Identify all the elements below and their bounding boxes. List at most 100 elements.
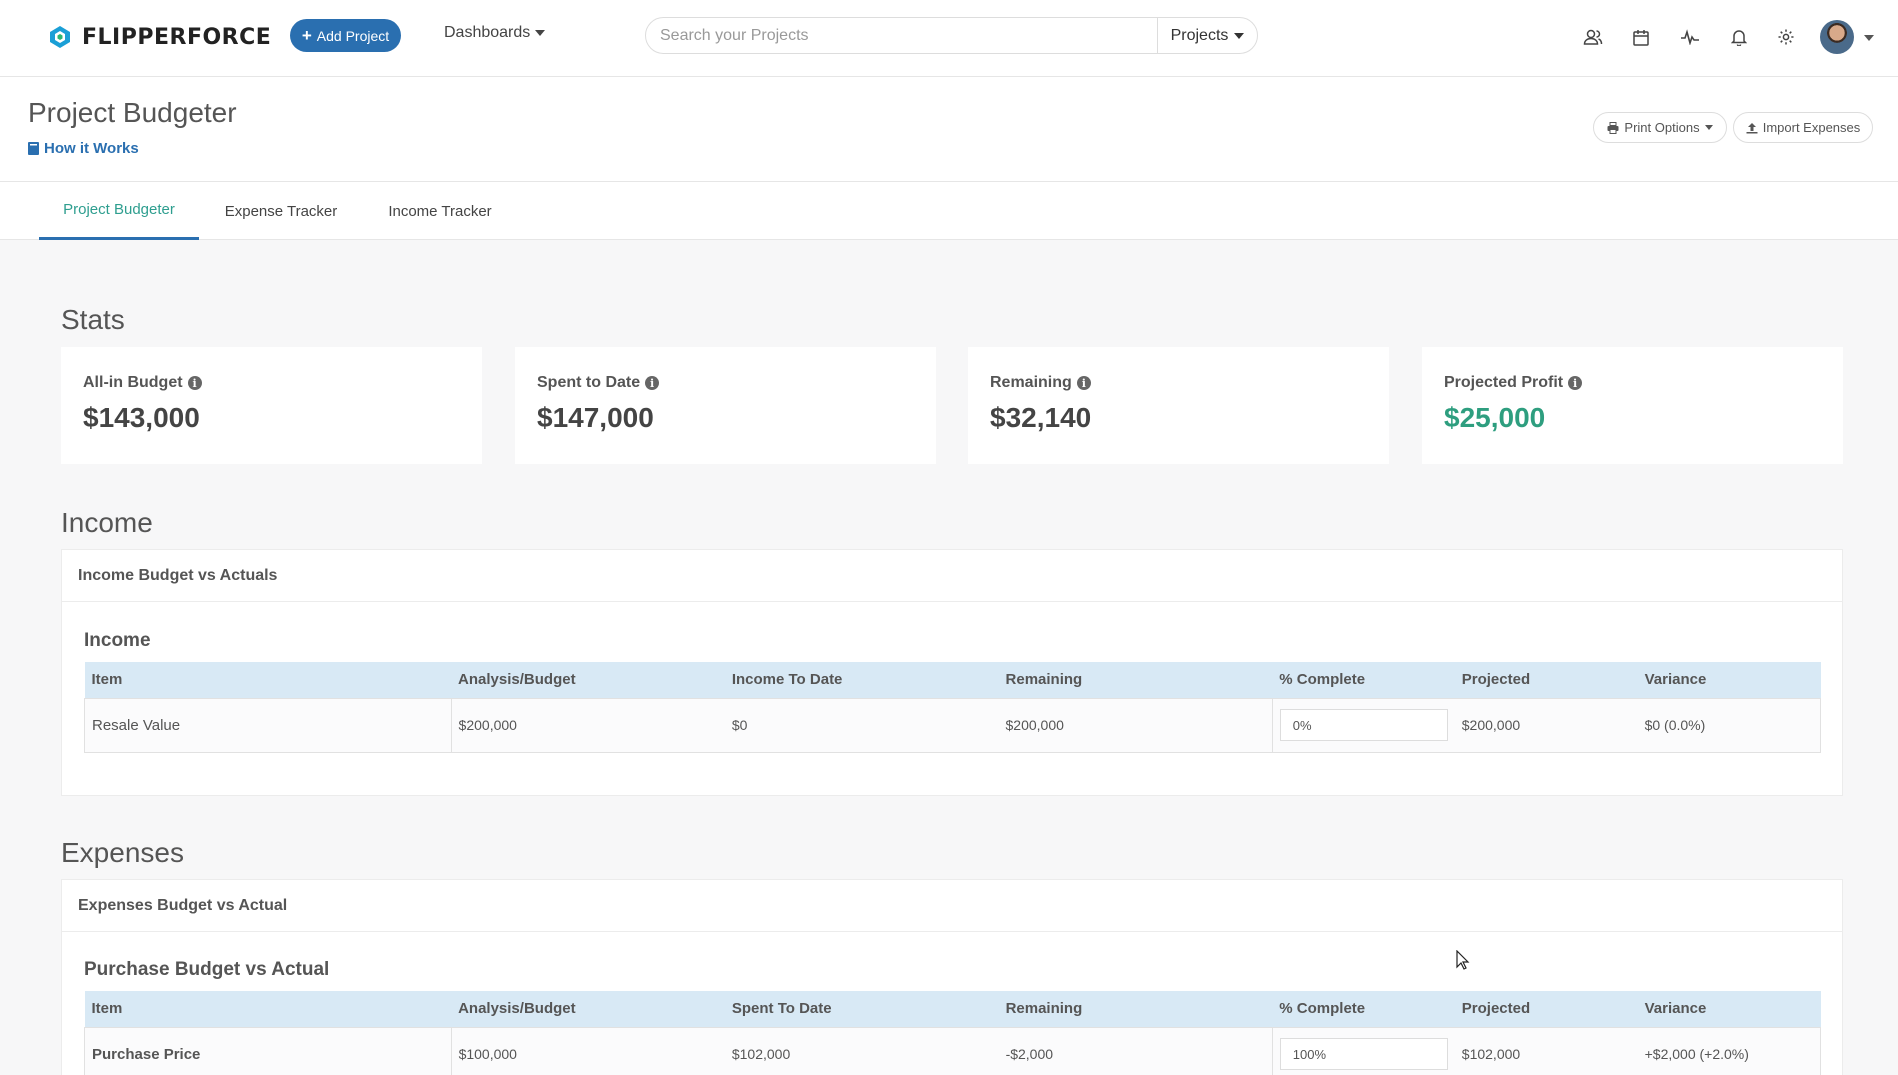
tab-project-budgeter[interactable]: Project Budgeter [39,182,199,240]
tab-income-tracker[interactable]: Income Tracker [370,182,510,240]
tab-expense-tracker[interactable]: Expense Tracker [210,182,352,240]
cell-budget: $100,000 [451,1026,725,1075]
pct-complete-input[interactable] [1279,1038,1448,1070]
purchase-table: Item Analysis/Budget Spent To Date Remai… [84,991,1821,1075]
col-pct-complete: % Complete [1272,662,1455,698]
how-it-works-link[interactable]: How it Works [28,140,139,157]
info-icon[interactable]: i [645,376,660,390]
import-expenses-label: Import Expenses [1762,120,1861,135]
stat-label: Spent to Date i [537,374,660,392]
col-projected: Projected [1454,662,1638,698]
stats-section-title: Stats [61,304,125,335]
gear-icon[interactable] [1775,26,1797,48]
col-remaining: Remaining [998,662,1273,698]
col-item: Item [84,991,452,1027]
purchase-subtitle: Purchase Budget vs Actual [84,959,330,980]
cell-variance: +$2,000 (+2.0%) [1637,1026,1821,1075]
chevron-down-icon [535,30,546,36]
book-icon [28,142,39,155]
chevron-down-icon[interactable] [1864,35,1874,41]
logo-icon [50,26,70,48]
stat-card-projected-profit: Projected Profit i $25,000 [1422,347,1843,464]
top-navbar: FLIPPERFORCE + Add Project Dashboards Pr… [0,0,1898,77]
user-avatar[interactable] [1820,20,1854,54]
mouse-cursor-icon [1456,950,1470,970]
expenses-panel-title: Expenses Budget vs Actual [62,880,1842,932]
add-project-label: Add Project [316,27,390,44]
activity-icon[interactable] [1679,26,1701,48]
stat-value: $143,000 [83,402,200,433]
brand-name: FLIPPERFORCE [82,24,272,50]
stat-label-text: Projected Profit [1444,374,1564,391]
cell-remaining: -$2,000 [998,1026,1273,1075]
dashboards-label: Dashboards [444,24,531,41]
chevron-down-icon [1704,125,1713,130]
stat-card-spent-to-date: Spent to Date i $147,000 [515,347,936,464]
income-table: Item Analysis/Budget Income To Date Rema… [84,662,1821,753]
col-budget: Analysis/Budget [451,662,725,698]
users-icon[interactable] [1582,26,1604,48]
col-to-date: Income To Date [724,662,999,698]
upload-icon [1746,122,1758,133]
col-to-date: Spent To Date [724,991,999,1027]
cell-variance: $0 (0.0%) [1637,697,1821,753]
cell-remaining: $200,000 [998,697,1273,753]
income-panel-title: Income Budget vs Actuals [62,550,1842,602]
calendar-icon[interactable] [1630,26,1652,48]
expenses-panel: Expenses Budget vs Actual Purchase Budge… [61,879,1843,1075]
stat-value: $147,000 [537,402,654,433]
page-header: Project Budgeter How it Works Print Opti… [0,77,1898,182]
col-projected: Projected [1454,991,1638,1027]
col-variance: Variance [1637,662,1821,698]
income-subtitle: Income [84,630,151,651]
pct-complete-input[interactable] [1279,709,1448,741]
how-it-works-label: How it Works [44,140,139,157]
income-panel: Income Budget vs Actuals Income Item Ana… [61,549,1843,796]
table-row: Resale Value $200,000 $0 $200,000 $200,0… [84,697,1821,753]
stat-label: Projected Profit i [1444,374,1583,392]
stat-label: All-in Budget i [83,374,202,392]
print-options-label: Print Options [1624,120,1700,135]
cell-projected: $200,000 [1454,697,1638,753]
stat-label: Remaining i [990,374,1091,392]
cell-to-date: $0 [724,697,999,753]
import-expenses-button[interactable]: Import Expenses [1733,112,1873,143]
table-row: Purchase Price $100,000 $102,000 -$2,000… [84,1026,1821,1075]
table-header-row: Item Analysis/Budget Income To Date Rema… [84,662,1821,698]
tab-bar: Project Budgeter Expense Tracker Income … [0,182,1898,240]
info-icon[interactable]: i [187,376,202,390]
add-project-button[interactable]: + Add Project [290,19,401,52]
cell-pct-complete [1271,697,1455,753]
table-header-row: Item Analysis/Budget Spent To Date Remai… [84,991,1821,1027]
stat-value: $32,140 [990,402,1092,433]
expenses-section-title: Expenses [61,837,184,868]
stat-label-text: Remaining [990,374,1072,391]
print-options-button[interactable]: Print Options [1593,112,1727,143]
chevron-down-icon [1234,32,1245,39]
cell-pct-complete [1271,1026,1455,1075]
cell-projected: $102,000 [1454,1026,1638,1075]
search-scope-dropdown[interactable]: Projects [1157,18,1257,53]
cell-item: Purchase Price [84,1026,452,1075]
stat-label-text: Spent to Date [537,374,641,391]
stat-card-remaining: Remaining i $32,140 [968,347,1389,464]
cell-to-date: $102,000 [724,1026,999,1075]
cell-item: Resale Value [84,697,452,753]
brand-logo[interactable]: FLIPPERFORCE [48,24,271,50]
col-item: Item [84,662,452,698]
stat-card-all-in-budget: All-in Budget i $143,000 [61,347,482,464]
dashboards-menu[interactable]: Dashboards [444,24,546,42]
col-budget: Analysis/Budget [451,991,725,1027]
search-bar: Projects [645,17,1258,54]
plus-icon: + [301,26,312,45]
bell-icon[interactable] [1728,26,1750,48]
search-input[interactable] [646,18,1157,53]
search-scope-label: Projects [1170,26,1229,44]
print-icon [1607,121,1619,134]
info-icon[interactable]: i [1076,376,1091,390]
col-pct-complete: % Complete [1272,991,1455,1027]
col-variance: Variance [1637,991,1821,1027]
stat-label-text: All-in Budget [83,374,183,391]
stat-value: $25,000 [1444,402,1546,433]
info-icon[interactable]: i [1568,376,1583,390]
